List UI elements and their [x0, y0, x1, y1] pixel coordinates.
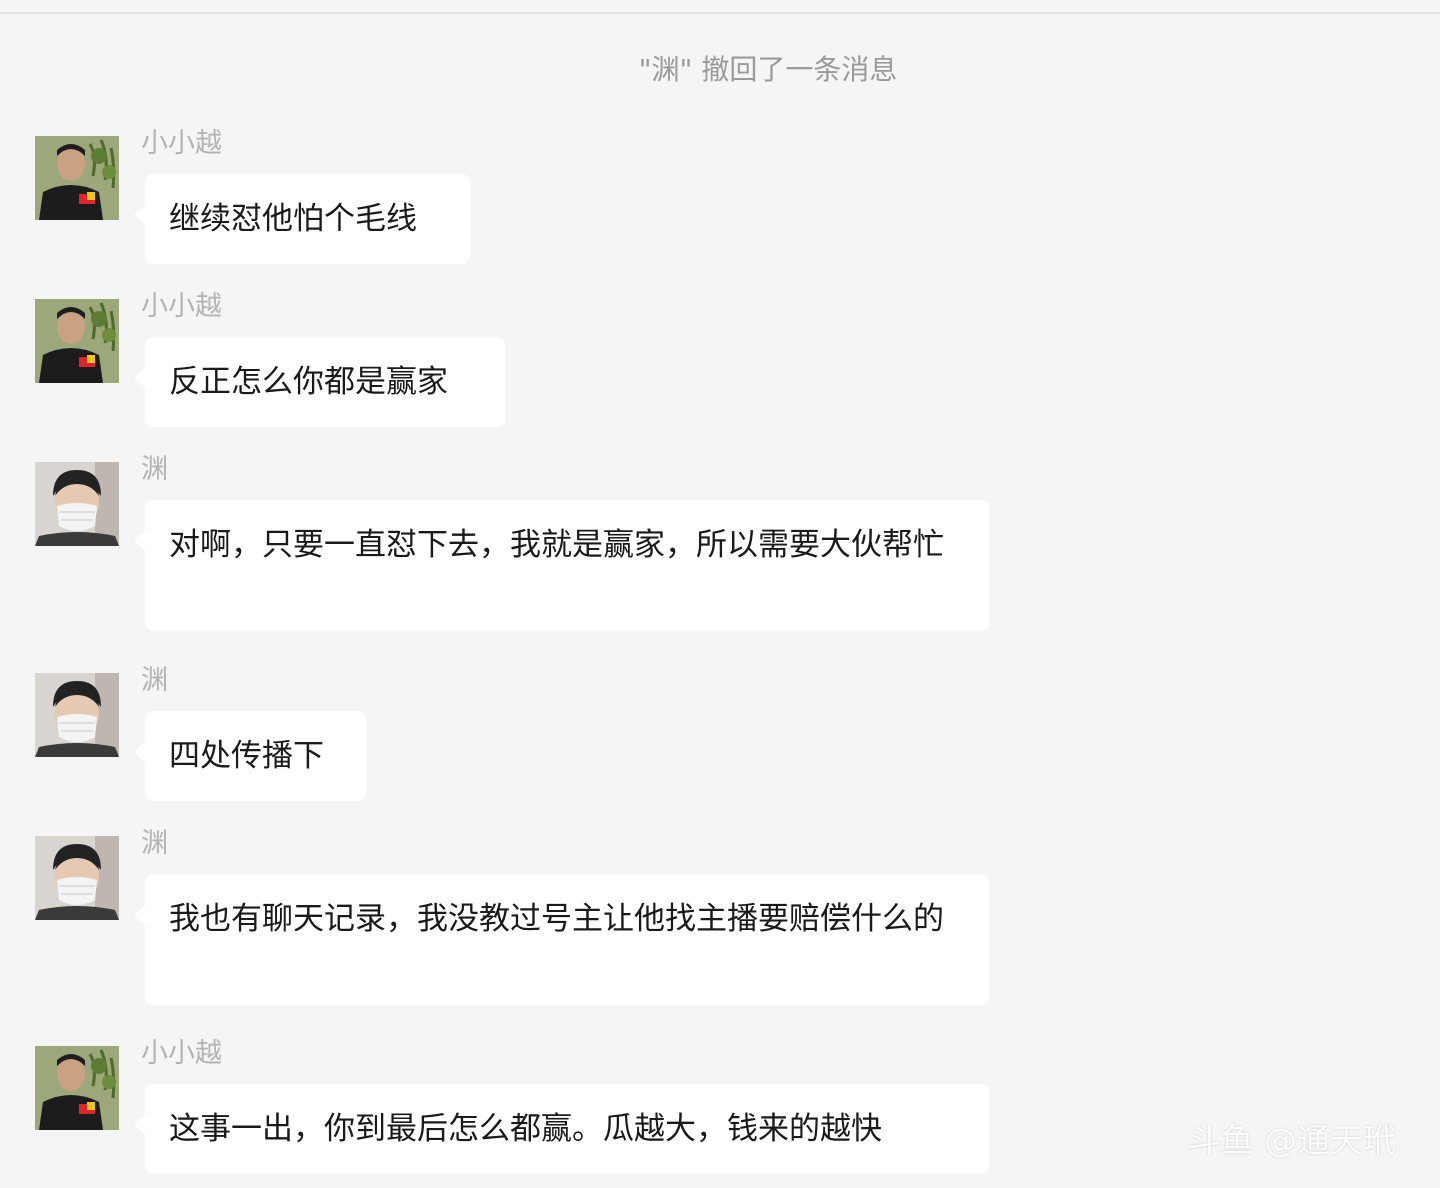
- sender-name: 渊: [141, 454, 168, 485]
- avatar-xiaoxiaoyue[interactable]: [35, 299, 119, 383]
- sender-name: 小小越: [141, 128, 222, 159]
- avatar-yuan[interactable]: [35, 673, 119, 757]
- top-divider: [0, 12, 1440, 14]
- message-bubble: 四处传播下: [134, 711, 366, 801]
- sender-name: 小小越: [141, 1038, 222, 1069]
- message-bubble: 这事一出，你到最后怎么都赢。瓜越大，钱来的越快: [134, 1084, 989, 1174]
- avatar-xiaoxiaoyue[interactable]: [35, 136, 119, 220]
- avatar-xiaoxiaoyue[interactable]: [35, 1046, 119, 1130]
- avatar-yuan[interactable]: [35, 836, 119, 920]
- message-bubble: 反正怎么你都是赢家: [134, 337, 505, 427]
- sender-name: 渊: [141, 828, 168, 859]
- avatar-yuan[interactable]: [35, 462, 119, 546]
- message-bubble: 继续怼他怕个毛线: [134, 174, 470, 264]
- watermark: 斗鱼 @通天玳: [1187, 1121, 1397, 1160]
- sender-name: 小小越: [141, 291, 222, 322]
- sender-name: 渊: [141, 665, 168, 696]
- message-bubble: 对啊，只要一直怼下去，我就是赢家，所以需要大伙帮忙: [134, 500, 989, 631]
- message-bubble: 我也有聊天记录，我没教过号主让他找主播要赔偿什么的: [134, 874, 989, 1005]
- recall-notice: "渊" 撤回了一条消息: [638, 53, 898, 86]
